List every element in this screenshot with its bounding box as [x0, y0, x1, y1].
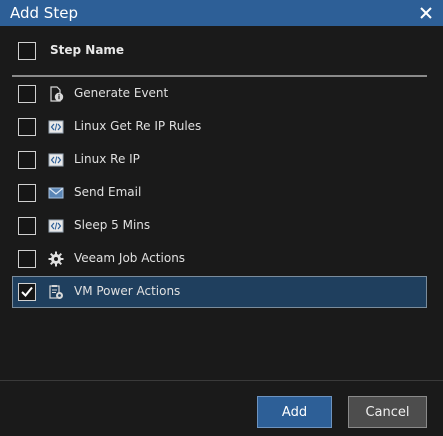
script-icon	[48, 119, 64, 135]
table-row[interactable]: VM Power Actions	[12, 276, 427, 308]
email-icon	[48, 185, 64, 201]
script-icon	[48, 152, 64, 168]
cancel-button[interactable]: Cancel	[348, 396, 427, 428]
table-row[interactable]: Generate Event	[12, 78, 427, 110]
table-row[interactable]: Linux Get Re IP Rules	[12, 111, 427, 143]
row-checkbox[interactable]	[18, 184, 36, 202]
event-icon	[48, 86, 64, 102]
row-checkbox[interactable]	[18, 151, 36, 169]
dialog-title: Add Step	[10, 4, 78, 22]
select-all-checkbox[interactable]	[18, 42, 36, 60]
step-name: Veeam Job Actions	[74, 251, 186, 265]
dialog-title-bar: Add Step	[0, 0, 443, 26]
close-icon[interactable]	[417, 4, 435, 22]
step-name: Linux Get Re IP Rules	[74, 119, 202, 133]
step-name: VM Power Actions	[74, 284, 181, 298]
step-name: Generate Event	[74, 86, 169, 100]
gear-icon	[48, 251, 64, 267]
step-name: Linux Re IP	[74, 152, 140, 166]
power-actions-icon	[48, 284, 64, 300]
footer-divider	[0, 380, 443, 381]
column-header-step-name: Step Name	[50, 43, 125, 57]
row-checkbox-checked[interactable]	[18, 283, 36, 301]
checkmark-icon	[21, 286, 33, 297]
row-checkbox[interactable]	[18, 118, 36, 136]
row-checkbox[interactable]	[18, 250, 36, 268]
script-icon	[48, 218, 64, 234]
row-checkbox[interactable]	[18, 217, 36, 235]
table-row[interactable]: Sleep 5 Mins	[12, 210, 427, 242]
table-row[interactable]: Send Email	[12, 177, 427, 209]
row-checkbox[interactable]	[18, 85, 36, 103]
step-name: Sleep 5 Mins	[74, 218, 151, 232]
add-button[interactable]: Add	[257, 396, 332, 428]
table-row[interactable]: Veeam Job Actions	[12, 243, 427, 275]
step-name: Send Email	[74, 185, 142, 199]
header-divider	[12, 75, 427, 77]
table-row[interactable]: Linux Re IP	[12, 144, 427, 176]
